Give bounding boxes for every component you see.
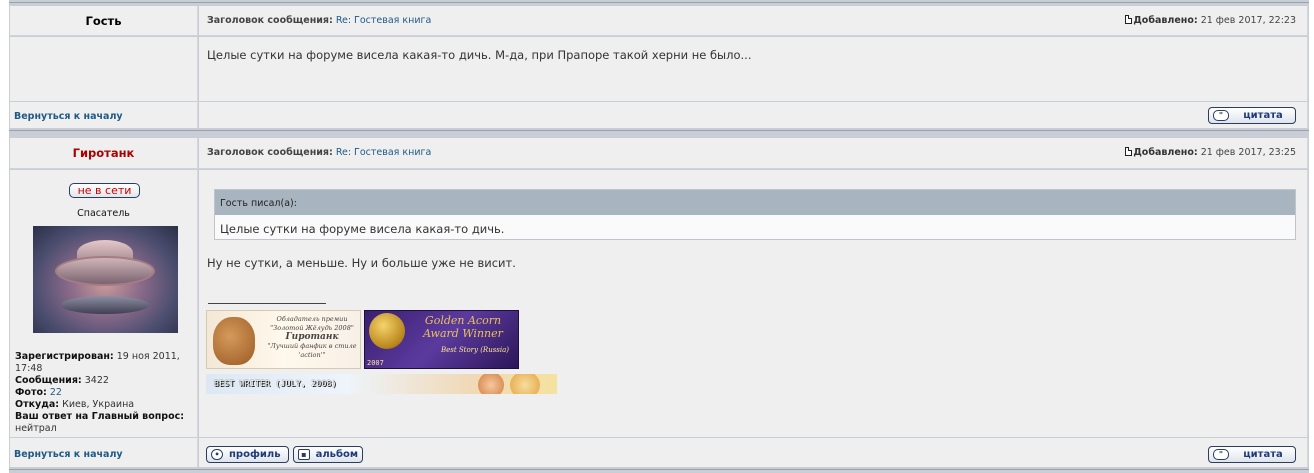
- post2-profile-cell: не в сети Спасатель Зарегистрирован: 19 …: [10, 170, 198, 437]
- avatar-saucer: [55, 256, 155, 286]
- quote-block: Гость писал(а): Целые сутки на форуме ви…: [214, 189, 1296, 240]
- post1-header: Заголовок сообщения: Re: Гостевая книга Д…: [199, 6, 1308, 36]
- acorn-icon: [369, 313, 405, 349]
- post1-subject-link[interactable]: Re: Гостевая книга: [336, 15, 432, 26]
- profile-button-label: профиль: [229, 449, 281, 460]
- post2-subject-link[interactable]: Re: Гостевая книга: [336, 147, 432, 158]
- answer-value: нейтрал: [15, 423, 57, 434]
- post1-profile-cell: [10, 37, 198, 101]
- offline-status-badge: не в сети: [69, 183, 140, 198]
- posts-label: Сообщения:: [15, 375, 82, 386]
- quote-button[interactable]: " цитата: [1208, 446, 1296, 463]
- from-label: Откуда:: [15, 399, 60, 410]
- post2-footer-left: Вернуться к началу: [10, 438, 198, 467]
- avatar-base: [61, 296, 149, 314]
- speech-bubble-icon: ": [1213, 449, 1229, 460]
- from-value: Киев, Украина: [62, 399, 135, 410]
- post2-text: Ну не сутки, а меньше. Ну и больше уже н…: [207, 256, 516, 270]
- banner1-line3: "Лучший фанфик в стиле 'action'": [267, 342, 357, 359]
- post2-added: Добавлено: 21 фев 2017, 23:25: [1125, 147, 1296, 158]
- avatar: [33, 226, 178, 333]
- registered-label: Зарегистрирован:: [15, 351, 114, 362]
- row-separator: [9, 128, 1309, 138]
- banner3-character: [478, 374, 504, 394]
- photos-label: Фото:: [15, 387, 47, 398]
- forum-topic: Гость Заголовок сообщения: Re: Гостевая к…: [9, 0, 1309, 473]
- post1-author-name: Гость: [85, 14, 122, 28]
- signature-banner-best-writer: BEST WRITER (JULY, 2008): [206, 374, 557, 394]
- post2-body: Гость писал(а): Целые сутки на форуме ви…: [199, 170, 1308, 437]
- signature-banner-golden-acorn: Golden Acorn Award Winner Best Story (Ru…: [364, 310, 519, 369]
- quote-header: Гость писал(а):: [215, 190, 1295, 215]
- post-icon[interactable]: [1125, 147, 1133, 156]
- back-to-top-link[interactable]: Вернуться к началу: [14, 111, 123, 122]
- post2-footer-right: • профиль ▪ альбом " цитата: [199, 438, 1308, 467]
- post2-header: Заголовок сообщения: Re: Гостевая книга Д…: [199, 138, 1308, 169]
- signature-banner-award-ru: Обладатель премии "Золотой Жёлудь 2008" …: [206, 310, 361, 369]
- signature-divider: [208, 303, 326, 304]
- profile-button[interactable]: • профиль: [206, 446, 289, 463]
- added-label: Добавлено:: [1133, 15, 1198, 26]
- banner3-text: BEST WRITER (JULY, 2008): [214, 379, 337, 388]
- post2-author-cell: Гиротанк: [10, 138, 198, 169]
- banner1-name: Гиротанк: [285, 332, 339, 342]
- subject-label: Заголовок сообщения:: [207, 15, 333, 26]
- album-button[interactable]: ▪ альбом: [293, 446, 363, 463]
- answer-label: Ваш ответ на Главный вопрос:: [15, 411, 185, 422]
- post2-author-name[interactable]: Гиротанк: [10, 146, 197, 160]
- banner2-subtitle: Best Story (Russia): [440, 346, 510, 354]
- post1-date: 21 фев 2017, 22:23: [1200, 15, 1296, 26]
- banner2-year: 2007: [367, 359, 384, 367]
- profile-icon: •: [211, 449, 223, 460]
- user-rank: Спасатель: [77, 208, 130, 219]
- added-label: Добавлено:: [1133, 147, 1198, 158]
- post1-added: Добавлено: 21 фев 2017, 22:23: [1125, 15, 1296, 26]
- post2-date: 21 фев 2017, 23:25: [1200, 147, 1296, 158]
- profile-info: Зарегистрирован: 19 ноя 2011, 17:48 Сооб…: [15, 351, 195, 435]
- quote-button[interactable]: " цитата: [1208, 107, 1296, 124]
- speech-bubble-icon: ": [1213, 110, 1229, 121]
- album-button-label: альбом: [315, 449, 358, 460]
- back-to-top-link[interactable]: Вернуться к началу: [14, 449, 123, 460]
- banner3-character: [510, 374, 540, 394]
- posts-value: 3422: [84, 375, 109, 386]
- quote-text: Целые сутки на форуме висела какая-то ди…: [220, 222, 505, 236]
- post1-body: Целые сутки на форуме висела какая-то ди…: [199, 37, 1308, 101]
- camera-icon: ▪: [298, 449, 310, 460]
- banner2-title: Golden Acorn Award Winner: [423, 314, 503, 340]
- subject-label: Заголовок сообщения:: [207, 147, 333, 158]
- post1-author-cell: Гость: [10, 6, 198, 36]
- post1-subject: Заголовок сообщения: Re: Гостевая книга: [207, 15, 431, 26]
- post1-text: Целые сутки на форуме висела какая-то ди…: [207, 48, 752, 62]
- row-separator: [9, 467, 1309, 473]
- banner-mouse-image: [213, 317, 255, 365]
- post-icon[interactable]: [1125, 15, 1133, 24]
- post2-subject: Заголовок сообщения: Re: Гостевая книга: [207, 147, 431, 158]
- post1-footer-right: " цитата: [199, 102, 1308, 128]
- photos-link[interactable]: 22: [50, 387, 62, 398]
- banner1-caption: Обладатель премии "Золотой Жёлудь 2008" …: [267, 315, 357, 360]
- post1-footer-left: Вернуться к началу: [10, 102, 198, 128]
- banner1-line1: Обладатель премии: [276, 315, 348, 323]
